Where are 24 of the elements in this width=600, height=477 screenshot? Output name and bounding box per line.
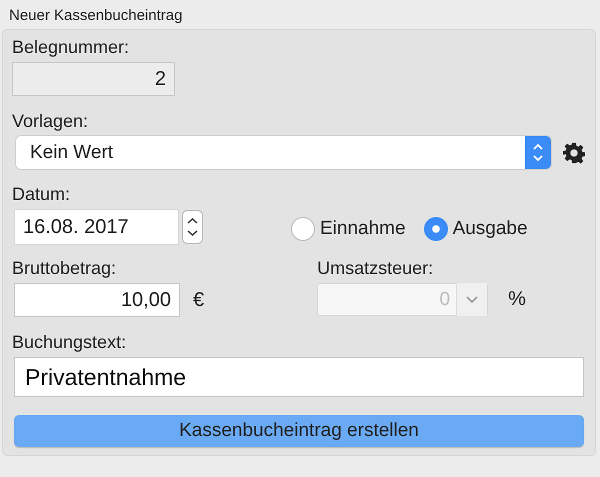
window-title: Neuer Kassenbucheintrag [8, 6, 184, 23]
template-dropdown[interactable]: Kein Wert [16, 136, 551, 169]
field-label: Umsatzsteuer: [317, 257, 434, 279]
settings-icon[interactable] [563, 142, 585, 164]
stepper-icon[interactable] [182, 210, 203, 244]
text-field[interactable]: Privatentnahme [14, 357, 584, 397]
field-label: Buchungstext: [12, 331, 126, 353]
create-button[interactable]: Kassenbucheintrag erstellen [14, 415, 584, 447]
radio-button[interactable] [424, 217, 448, 241]
amount-field[interactable]: 10,00 [14, 283, 180, 317]
radio-option[interactable]: Einnahme [291, 217, 406, 241]
percent-unit: % [508, 288, 526, 311]
updown-chevron-icon [525, 136, 551, 169]
radio-button[interactable] [291, 217, 315, 241]
radio-label: Ausgabe [452, 218, 528, 240]
field-label: Vorlagen: [12, 110, 88, 132]
currency-unit: € [193, 288, 204, 312]
field-label: Bruttobetrag: [12, 257, 116, 279]
radio-option[interactable]: Ausgabe [424, 217, 528, 241]
date-field[interactable]: 16.08. 2017 [14, 209, 179, 245]
field-label: Datum: [12, 183, 70, 205]
field-label: Belegnummer: [12, 36, 130, 58]
radio-label: Einnahme [320, 218, 406, 240]
chevron-down-icon [456, 283, 488, 316]
